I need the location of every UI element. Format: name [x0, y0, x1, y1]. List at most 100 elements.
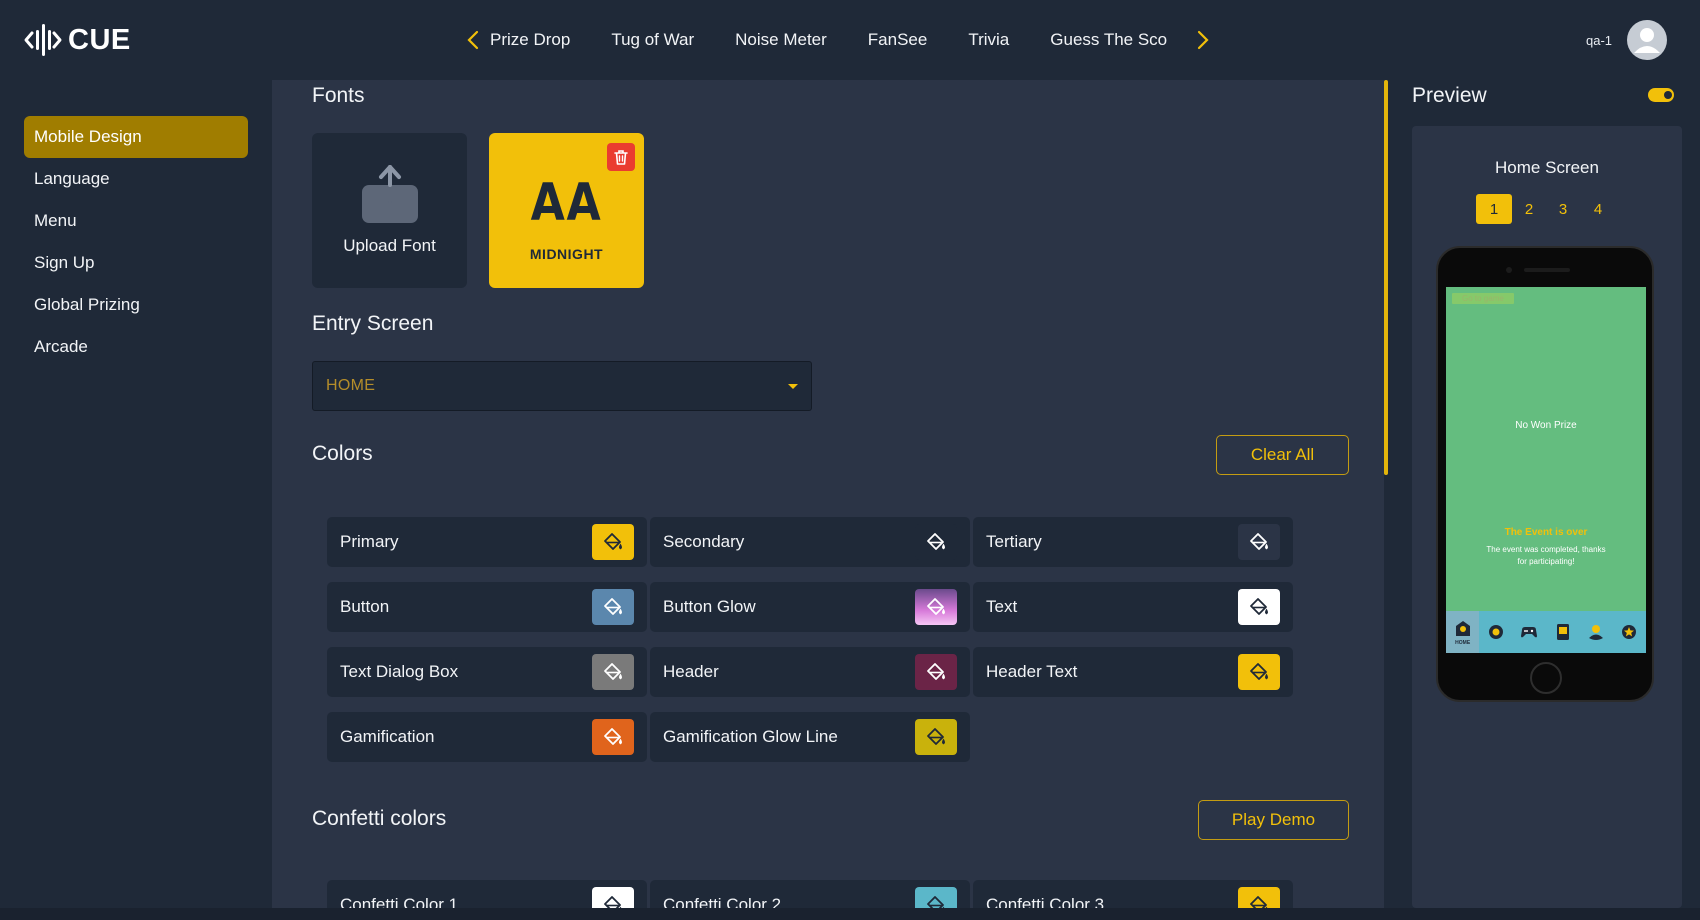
entry-screen-title: Entry Screen [312, 312, 434, 335]
page-button-2[interactable]: 2 [1511, 194, 1547, 224]
paint-bucket-icon [927, 598, 945, 615]
color-swatch-button[interactable] [592, 589, 634, 625]
tab-noise-meter[interactable]: Noise Meter [735, 30, 827, 50]
delete-font-button[interactable] [607, 143, 635, 171]
sidebar-item-menu[interactable]: Menu [24, 200, 248, 242]
paint-bucket-icon [1250, 896, 1268, 908]
color-row-gamification-glow-line: Gamification Glow Line [650, 712, 970, 762]
page-button-3[interactable]: 3 [1545, 194, 1581, 224]
color-label: Text [986, 597, 1018, 616]
paint-bucket-icon [1250, 663, 1268, 680]
color-swatch-confetti-color-2[interactable] [915, 887, 957, 908]
chevron-down-icon [788, 384, 798, 389]
paint-bucket-icon [1250, 598, 1268, 615]
color-label: Button [340, 597, 390, 616]
cue-logo[interactable]: CUE [24, 20, 131, 60]
phone-tab-prize[interactable] [1613, 611, 1646, 653]
phone-tab-home-label: HOME [1455, 639, 1471, 646]
color-label: Confetti Color 1 [340, 895, 459, 908]
color-row-text-dialog-box: Text Dialog Box [327, 647, 647, 697]
phone-tab-games[interactable] [1513, 611, 1546, 653]
entry-screen-select[interactable]: HOME [312, 361, 812, 411]
phone-tab-badge[interactable] [1479, 611, 1512, 653]
paint-bucket-icon [604, 533, 622, 550]
tab-prize-drop[interactable]: Prize Drop [490, 30, 570, 50]
phone-tab-profile[interactable] [1579, 611, 1612, 653]
paint-bucket-icon [604, 663, 622, 680]
sidebar-item-arcade[interactable]: Arcade [24, 326, 248, 368]
color-row-confetti-color-1: Confetti Color 1 [327, 880, 647, 908]
page-button-1[interactable]: 1 [1476, 194, 1512, 224]
no-prize-text: No Won Prize [1515, 420, 1577, 431]
nav-next-arrow-icon[interactable] [1193, 26, 1213, 54]
color-label: Primary [340, 532, 399, 551]
phone-tab-cards[interactable] [1546, 611, 1579, 653]
sidebar-item-mobile-design[interactable]: Mobile Design [24, 116, 248, 158]
color-swatch-secondary[interactable] [915, 524, 957, 560]
phone-home-button[interactable] [1530, 662, 1562, 694]
paint-bucket-icon [604, 896, 622, 908]
paint-bucket-icon [927, 896, 945, 908]
phone-tab-home[interactable]: HOME [1446, 611, 1480, 653]
phone-speaker [1524, 268, 1570, 272]
top-bar: CUE Prize Drop Tug of War Noise Meter Fa… [0, 0, 1700, 80]
tab-tug-of-war[interactable]: Tug of War [611, 30, 694, 50]
color-row-button-glow: Button Glow [650, 582, 970, 632]
entry-screen-value: HOME [326, 377, 376, 394]
play-demo-button[interactable]: Play Demo [1198, 800, 1349, 840]
color-swatch-header-text[interactable] [1238, 654, 1280, 690]
color-swatch-primary[interactable] [592, 524, 634, 560]
nav-prev-arrow-icon[interactable] [463, 26, 483, 54]
sidebar-item-global-prizing[interactable]: Global Prizing [24, 284, 248, 326]
color-label: Confetti Color 2 [663, 895, 782, 908]
upload-icon [362, 165, 418, 223]
color-label: Secondary [663, 532, 745, 551]
prize-icon [1622, 625, 1637, 639]
tab-trivia[interactable]: Trivia [968, 30, 1009, 50]
color-swatch-gamification-glow-line[interactable] [915, 719, 957, 755]
color-swatch-confetti-color-3[interactable] [1238, 887, 1280, 908]
card-icon [1556, 624, 1569, 640]
color-row-primary: Primary [327, 517, 647, 567]
color-swatch-confetti-color-1[interactable] [592, 887, 634, 908]
trash-icon [614, 150, 628, 165]
font-card-midnight[interactable]: AA MIDNIGHT [489, 133, 644, 288]
bottom-strip [0, 908, 1700, 920]
phone-camera [1506, 267, 1512, 273]
color-label: Button Glow [663, 597, 756, 616]
preview-panel: Preview Home Screen 1 2 3 4 Go to game N… [1388, 80, 1700, 908]
color-row-gamification: Gamification [327, 712, 647, 762]
fonts-title: Fonts [312, 84, 365, 107]
page-button-4[interactable]: 4 [1580, 194, 1616, 224]
confetti-title: Confetti colors [312, 807, 447, 830]
color-swatch-button-glow[interactable] [915, 589, 957, 625]
user-name: qa-1 [1586, 33, 1613, 48]
color-swatch-tertiary[interactable] [1238, 524, 1280, 560]
sidebar: Mobile Design Language Menu Sign Up Glob… [0, 80, 272, 908]
color-row-confetti-color-2: Confetti Color 2 [650, 880, 970, 908]
color-swatch-header[interactable] [915, 654, 957, 690]
color-swatch-text[interactable] [1238, 589, 1280, 625]
go-to-game-button[interactable]: Go to game [1452, 293, 1514, 304]
event-over-message: The event was completed, thanks for part… [1486, 545, 1606, 566]
paint-bucket-icon [927, 533, 945, 550]
tab-fansee[interactable]: FanSee [868, 30, 928, 50]
color-label: Header [663, 662, 719, 681]
preview-toggle[interactable] [1648, 88, 1674, 102]
avatar-icon[interactable] [1627, 20, 1667, 60]
sidebar-item-language[interactable]: Language [24, 158, 248, 200]
game-tabs: Prize Drop Tug of War Noise Meter FanSee… [490, 0, 1180, 80]
cue-logo-icon [24, 24, 62, 56]
color-label: Gamification Glow Line [663, 727, 838, 746]
tab-guess-the-score[interactable]: Guess The Sco [1050, 30, 1167, 50]
paint-bucket-icon [604, 728, 622, 745]
color-label: Confetti Color 3 [986, 895, 1105, 908]
event-over-title: The Event is over [1504, 527, 1588, 538]
color-swatch-text-dialog-box[interactable] [592, 654, 634, 690]
clear-all-button[interactable]: Clear All [1216, 435, 1349, 475]
sidebar-item-sign-up[interactable]: Sign Up [24, 242, 248, 284]
color-label: Header Text [986, 662, 1078, 681]
color-swatch-gamification[interactable] [592, 719, 634, 755]
color-row-confetti-color-3: Confetti Color 3 [973, 880, 1293, 908]
upload-font-button[interactable]: Upload Font [312, 133, 467, 288]
